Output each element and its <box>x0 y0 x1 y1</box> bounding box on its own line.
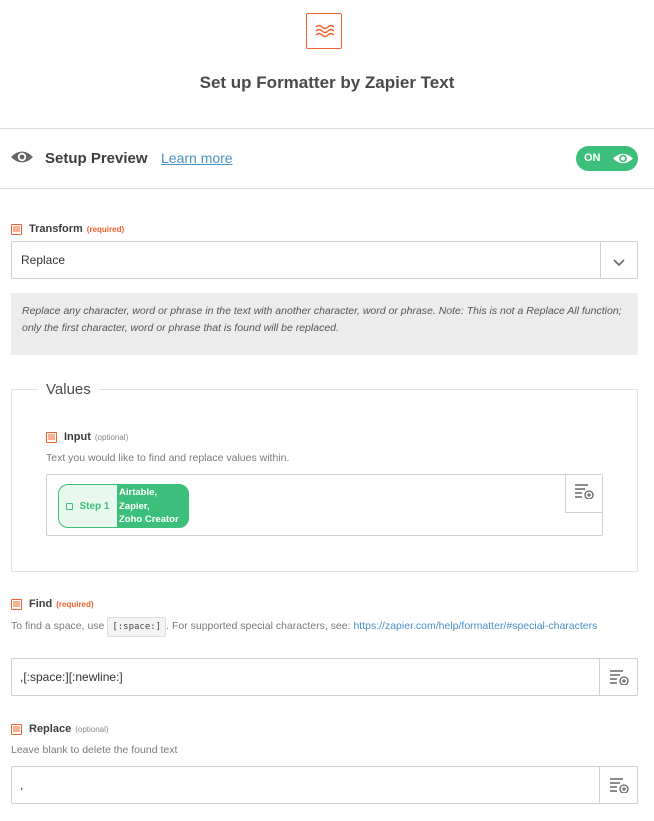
insert-field-button[interactable] <box>565 475 602 513</box>
eye-icon <box>10 149 34 170</box>
input-field[interactable]: Step 1 Airtable, Zapier, Zoho Creator <box>46 474 603 536</box>
optional-badge: (optional) <box>75 724 109 734</box>
toggle-label: ON <box>584 152 601 164</box>
transform-select[interactable]: Replace <box>11 241 638 279</box>
input-label: Input (optional) <box>46 431 128 443</box>
insert-field-button[interactable] <box>599 767 637 803</box>
values-legend: Values <box>38 381 99 398</box>
find-field[interactable]: ,[:space:][:newline:] <box>11 658 638 696</box>
pill-step: Step 1 <box>59 485 117 527</box>
insert-field-button[interactable] <box>599 659 637 695</box>
transform-help-text: Replace any character, word or phrase in… <box>11 293 638 355</box>
find-hint: To find a space, use [:space:]. For supp… <box>11 617 621 637</box>
formatter-icon <box>46 431 57 443</box>
transform-label: Transform (required) <box>11 223 124 235</box>
replace-description: Leave blank to delete the found text <box>11 744 178 756</box>
step-data-pill[interactable]: Step 1 Airtable, Zapier, Zoho Creator <box>58 484 189 528</box>
app-icon <box>66 502 74 510</box>
page-title: Set up Formatter by Zapier Text <box>199 73 455 92</box>
formatter-icon <box>11 223 22 235</box>
special-characters-link[interactable]: https://zapier.com/help/formatter/#speci… <box>353 620 597 632</box>
insert-data-icon <box>609 778 629 793</box>
chevron-down-icon <box>613 254 625 272</box>
find-value: ,[:space:][:newline:] <box>20 670 123 684</box>
replace-field[interactable]: , <box>11 766 638 804</box>
transform-value: Replace <box>21 253 66 267</box>
learn-more-link[interactable]: Learn more <box>161 150 233 166</box>
space-code: [:space:] <box>107 617 167 637</box>
formatter-icon <box>11 598 22 610</box>
preview-toggle[interactable]: ON <box>576 146 638 171</box>
formatter-icon <box>11 723 22 735</box>
optional-badge: (optional) <box>94 432 129 442</box>
divider <box>600 242 601 278</box>
setup-preview-label: Setup Preview <box>45 150 148 167</box>
replace-label: Replace (optional) <box>11 723 109 735</box>
required-badge: (required) <box>56 599 94 609</box>
insert-data-icon <box>609 670 629 685</box>
required-badge: (required) <box>86 224 125 234</box>
replace-value: , <box>20 778 24 792</box>
formatter-icon <box>306 13 342 49</box>
eye-icon <box>612 151 634 171</box>
find-label: Find (required) <box>11 598 94 610</box>
input-description: Text you would like to find and replace … <box>46 452 290 464</box>
pill-value: Airtable, Zapier, Zoho Creator <box>119 487 179 525</box>
insert-data-icon <box>574 483 594 504</box>
